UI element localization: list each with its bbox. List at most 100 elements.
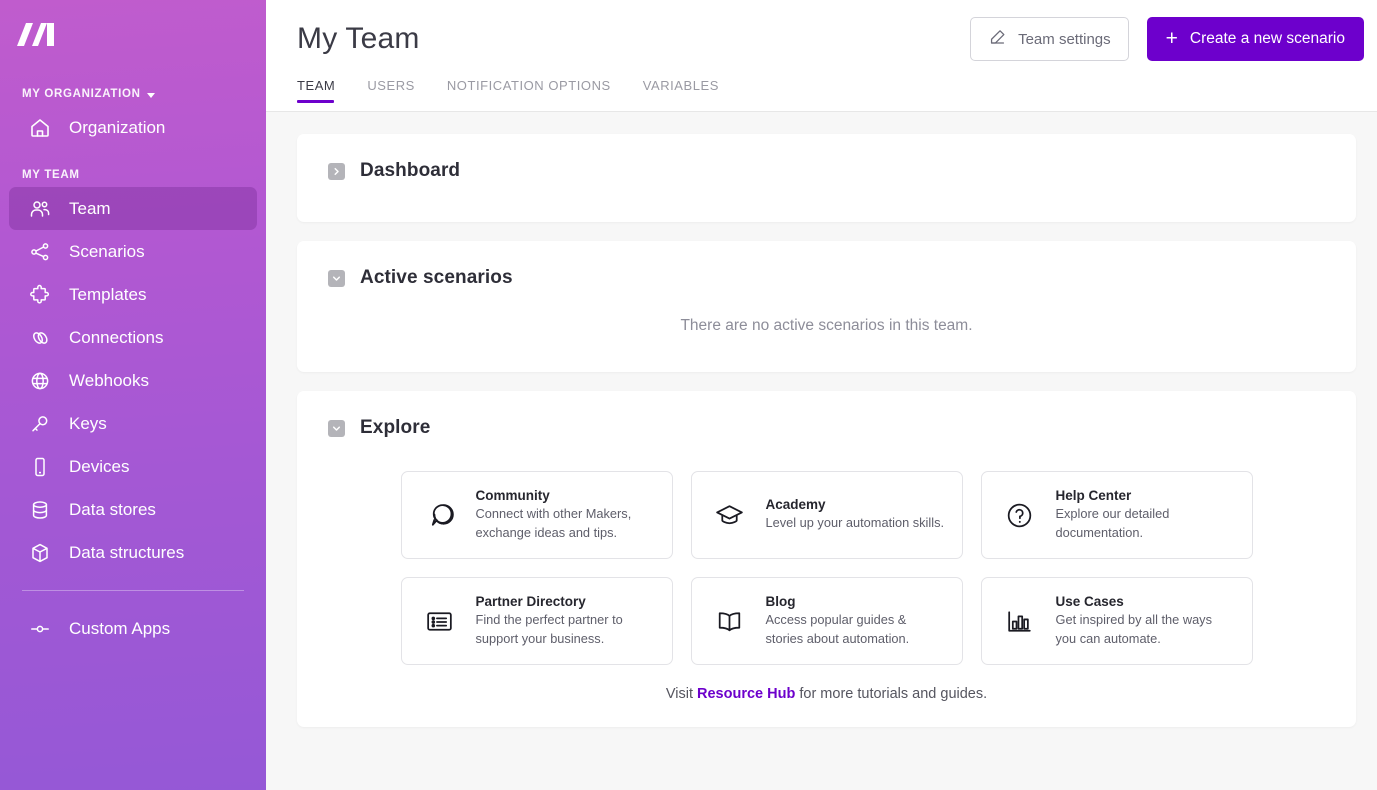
bar-chart-icon	[1000, 605, 1040, 638]
page-header: My Team TEAM USERS NOTIFICATION OPTIONS …	[266, 0, 1377, 112]
open-book-icon	[710, 605, 750, 638]
sidebar-item-team-label: Team	[69, 199, 111, 218]
tab-notification-options-label: NOTIFICATION OPTIONS	[446, 78, 611, 93]
sidebar-item-connections-label: Connections	[69, 328, 164, 347]
plus-icon: +	[1165, 26, 1178, 50]
chevron-right-icon[interactable]	[328, 162, 345, 180]
list-icon	[420, 605, 460, 638]
explore-tile-partner-directory-desc: Find the perfect partner to support your…	[475, 611, 623, 646]
sidebar-section-team-label: MY TEAM	[22, 169, 80, 181]
sidebar-item-data-structures-label: Data structures	[69, 543, 185, 562]
tab-variables[interactable]: VARIABLES	[643, 78, 719, 103]
sidebar-item-data-structures[interactable]: Data structures	[9, 531, 257, 574]
sidebar-item-team[interactable]: Team	[9, 187, 257, 230]
explore-footer-note: Visit Resource Hub for more tutorials an…	[297, 665, 1356, 702]
sidebar-item-devices[interactable]: Devices	[9, 445, 257, 488]
page-title: My Team	[297, 22, 420, 55]
key-icon	[27, 411, 53, 437]
sidebar-item-organization-label: Organization	[69, 118, 166, 137]
team-settings-button[interactable]: Team settings	[970, 17, 1129, 61]
explore-tile-help-center[interactable]: Help Center Explore our detailed documen…	[980, 471, 1253, 559]
sidebar-item-keys-label: Keys	[69, 414, 107, 433]
explore-footer-prefix: Visit	[665, 686, 698, 702]
active-scenarios-empty-message: There are no active scenarios in this te…	[680, 317, 973, 334]
sidebar-item-templates-label: Templates	[69, 285, 147, 304]
explore-tile-community-text: Community Connect with other Makers, exc…	[476, 488, 656, 542]
header-actions: Team settings + Create a new scenario	[970, 17, 1364, 61]
explore-tile-partner-directory[interactable]: Partner Directory Find the perfect partn…	[400, 577, 673, 665]
mobile-icon	[27, 454, 53, 480]
explore-tile-use-cases[interactable]: Use Cases Get inspired by all the ways y…	[980, 577, 1253, 665]
explore-tile-partner-directory-text: Partner Directory Find the perfect partn…	[476, 594, 656, 648]
sidebar-section-team: MY TEAM	[0, 163, 266, 187]
users-icon	[27, 196, 53, 222]
active-scenarios-card-header[interactable]: Active scenarios	[297, 241, 1356, 289]
graduation-cap-icon	[710, 499, 750, 532]
explore-tile-blog-text: Blog Access popular guides & stories abo…	[766, 594, 946, 648]
dashboard-card: Dashboard	[297, 134, 1356, 222]
sidebar-item-webhooks[interactable]: Webhooks	[9, 359, 257, 402]
create-scenario-button[interactable]: + Create a new scenario	[1146, 17, 1364, 61]
link-icon	[27, 325, 53, 351]
active-scenarios-card: Active scenarios There are no active sce…	[297, 241, 1356, 372]
explore-tile-grid: Community Connect with other Makers, exc…	[297, 439, 1356, 665]
explore-card-header[interactable]: Explore	[297, 391, 1356, 439]
explore-footer-suffix: for more tutorials and guides.	[795, 686, 988, 702]
sidebar-item-organization[interactable]: Organization	[9, 106, 257, 149]
explore-tile-academy-title: Academy	[765, 497, 826, 513]
chat-bubble-icon	[420, 499, 460, 532]
sidebar-item-devices-label: Devices	[69, 457, 130, 476]
chevron-down-icon	[146, 92, 155, 98]
globe-icon	[27, 368, 53, 394]
explore-tile-community-desc: Connect with other Makers, exchange idea…	[475, 505, 632, 540]
tab-team[interactable]: TEAM	[297, 78, 335, 103]
sidebar-item-custom-apps-label: Custom Apps	[69, 619, 171, 638]
explore-tile-community[interactable]: Community Connect with other Makers, exc…	[400, 471, 673, 559]
explore-tile-use-cases-text: Use Cases Get inspired by all the ways y…	[1056, 594, 1236, 648]
database-icon	[27, 497, 53, 523]
explore-tile-help-center-desc: Explore our detailed documentation.	[1055, 505, 1170, 540]
sidebar-divider	[22, 590, 244, 591]
chevron-down-icon[interactable]	[328, 419, 345, 437]
cube-icon	[27, 540, 53, 566]
tab-users[interactable]: USERS	[367, 78, 415, 103]
explore-tile-academy[interactable]: Academy Level up your automation skills.	[690, 471, 963, 559]
sidebar-item-scenarios[interactable]: Scenarios	[9, 230, 257, 273]
sidebar-item-templates[interactable]: Templates	[9, 273, 257, 316]
tab-notification-options[interactable]: NOTIFICATION OPTIONS	[447, 78, 611, 103]
sidebar-item-keys[interactable]: Keys	[9, 402, 257, 445]
dashboard-card-header[interactable]: Dashboard	[297, 134, 1356, 182]
explore-tile-blog[interactable]: Blog Access popular guides & stories abo…	[690, 577, 963, 665]
app-root: MY ORGANIZATION Organization MY TEAM Tea…	[0, 0, 1377, 790]
logo-container[interactable]	[0, 0, 266, 68]
explore-tile-blog-title: Blog	[765, 593, 796, 609]
tab-variables-label: VARIABLES	[642, 78, 719, 93]
sidebar-item-data-stores-label: Data stores	[69, 500, 156, 519]
question-circle-icon	[1000, 499, 1040, 532]
resource-hub-link[interactable]: Resource Hub	[697, 686, 795, 702]
chevron-down-icon[interactable]	[328, 269, 345, 287]
explore-tile-blog-desc: Access popular guides & stories about au…	[765, 611, 910, 646]
sidebar-section-organization-label: MY ORGANIZATION	[22, 88, 141, 100]
explore-tile-partner-directory-title: Partner Directory	[475, 593, 586, 609]
tab-team-label: TEAM	[297, 78, 336, 93]
explore-tile-use-cases-title: Use Cases	[1055, 593, 1124, 609]
explore-card-title: Explore	[360, 417, 431, 438]
tab-users-label: USERS	[367, 78, 415, 93]
sidebar-item-scenarios-label: Scenarios	[69, 242, 145, 261]
puzzle-piece-icon	[27, 282, 53, 308]
sidebar-section-organization[interactable]: MY ORGANIZATION	[0, 82, 266, 106]
tab-bar: TEAM USERS NOTIFICATION OPTIONS VARIABLE…	[297, 78, 719, 103]
explore-tile-academy-text: Academy Level up your automation skills.	[766, 497, 945, 533]
sidebar-item-custom-apps[interactable]: Custom Apps	[9, 607, 257, 650]
dashboard-card-title: Dashboard	[360, 160, 461, 181]
sidebar-item-connections[interactable]: Connections	[9, 316, 257, 359]
active-scenarios-card-title: Active scenarios	[360, 267, 513, 288]
explore-tile-help-center-text: Help Center Explore our detailed documen…	[1056, 488, 1236, 542]
sidebar-item-data-stores[interactable]: Data stores	[9, 488, 257, 531]
explore-tile-use-cases-desc: Get inspired by all the ways you can aut…	[1055, 611, 1212, 646]
explore-tile-help-center-title: Help Center	[1055, 487, 1132, 503]
share-nodes-icon	[27, 239, 53, 265]
content-area: Dashboard Active scenarios There are no …	[266, 112, 1377, 790]
sidebar: MY ORGANIZATION Organization MY TEAM Tea…	[0, 0, 266, 790]
